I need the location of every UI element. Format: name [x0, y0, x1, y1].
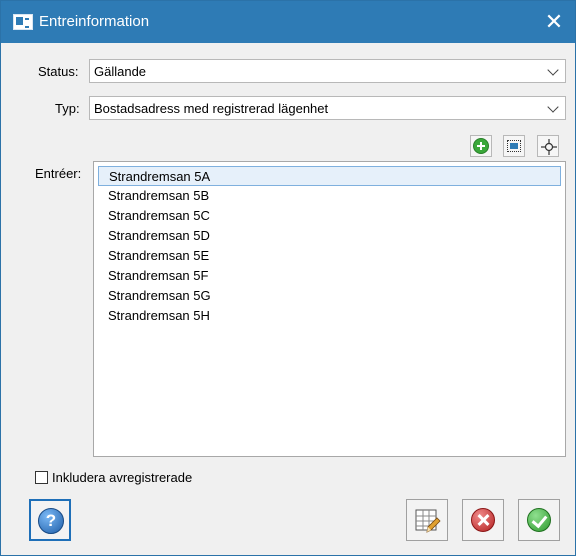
- typ-label: Typ:: [55, 101, 80, 116]
- ok-button[interactable]: [518, 499, 560, 541]
- frame-select-button[interactable]: [503, 135, 525, 157]
- crosshair-icon: [541, 139, 557, 155]
- list-item[interactable]: Strandremsan 5H: [98, 306, 561, 326]
- list-item[interactable]: Strandremsan 5B: [98, 186, 561, 206]
- add-entry-button[interactable]: [470, 135, 492, 157]
- chevron-down-icon: [547, 64, 559, 76]
- help-button[interactable]: ?: [29, 499, 71, 541]
- entries-list[interactable]: Strandremsan 5A Strandremsan 5B Strandre…: [93, 161, 566, 457]
- list-item[interactable]: Strandremsan 5A: [98, 166, 561, 186]
- close-button[interactable]: ✕: [533, 1, 575, 43]
- list-item[interactable]: Strandremsan 5F: [98, 266, 561, 286]
- status-label: Status:: [38, 64, 79, 79]
- cancel-button[interactable]: [462, 499, 504, 541]
- table-edit-icon: [415, 509, 441, 533]
- window-title: Entreinformation: [39, 13, 150, 30]
- title-bar[interactable]: Entreinformation ✕: [1, 1, 575, 43]
- list-item[interactable]: Strandremsan 5D: [98, 226, 561, 246]
- add-circle-icon: [473, 138, 489, 154]
- chevron-down-icon: [547, 101, 559, 113]
- list-item[interactable]: Strandremsan 5E: [98, 246, 561, 266]
- status-value: Gällande: [94, 64, 147, 79]
- include-deregistered-checkbox[interactable]: [35, 471, 48, 484]
- list-item[interactable]: Strandremsan 5C: [98, 206, 561, 226]
- locate-button[interactable]: [537, 135, 559, 157]
- ok-check-icon: [527, 508, 551, 532]
- dialog-window: Entreinformation ✕ Status: Gällande Typ:…: [0, 0, 576, 556]
- edit-table-button[interactable]: [406, 499, 448, 541]
- frame-select-icon: [507, 140, 521, 152]
- help-icon: ?: [38, 508, 64, 534]
- typ-value: Bostadsadress med registrerad lägenhet: [94, 101, 329, 116]
- entries-label: Entréer:: [35, 166, 82, 181]
- include-deregistered-label[interactable]: Inkludera avregistrerade: [52, 470, 192, 485]
- list-item[interactable]: Strandremsan 5G: [98, 286, 561, 306]
- typ-select[interactable]: Bostadsadress med registrerad lägenhet: [89, 96, 566, 120]
- window-icon: [13, 14, 33, 30]
- status-select[interactable]: Gällande: [89, 59, 566, 83]
- cancel-icon: [471, 508, 495, 532]
